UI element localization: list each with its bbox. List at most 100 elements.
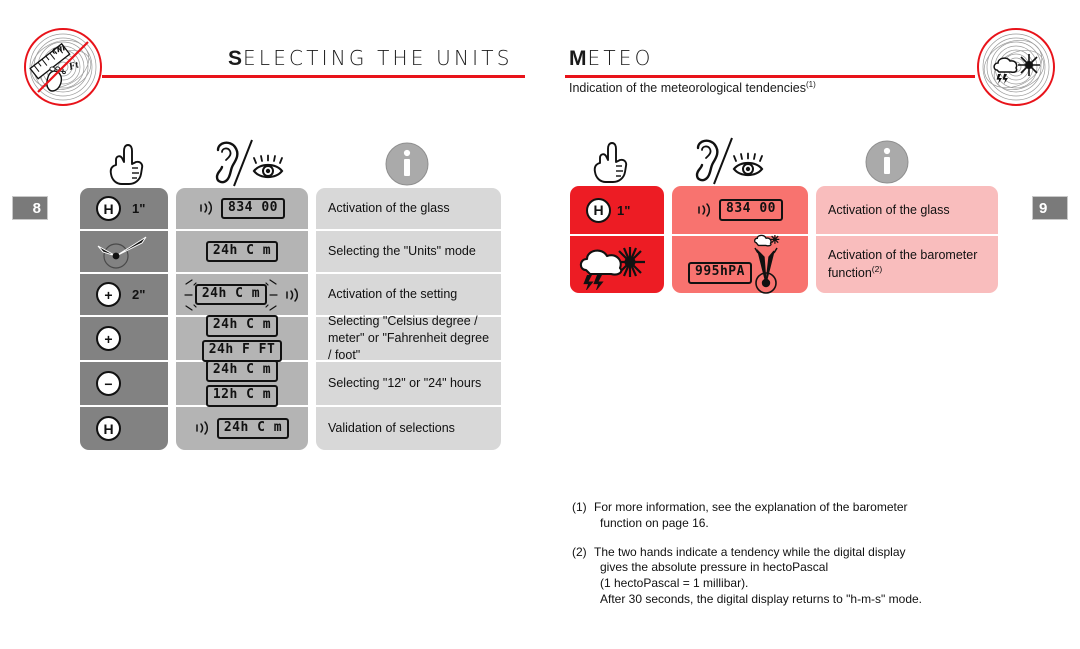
button-label: + <box>104 330 113 347</box>
press-duration: 1" <box>617 202 631 218</box>
table-row[interactable]: + <box>80 317 168 360</box>
table-row: Activation of the glass <box>816 186 998 234</box>
cloud-sun-icon <box>977 28 1055 106</box>
footnote-body: For more information, see the explanatio… <box>594 500 908 532</box>
table-row: Activation of the barometer function(2) <box>816 236 998 293</box>
lcd-display-alt: 24h F FT <box>201 340 283 362</box>
sound-icon <box>285 287 301 302</box>
h-button-icon[interactable]: H <box>96 196 121 221</box>
lcd-display: 24h C m <box>205 240 279 263</box>
table-row: 834 00 <box>176 188 308 229</box>
table-row: 24h C m <box>176 274 308 315</box>
lcd-display: 24h C m <box>216 417 290 440</box>
footnote-marker: (2) <box>572 544 587 559</box>
table-row[interactable]: − <box>80 362 168 405</box>
lcd-display-alt: 12h C m <box>205 385 279 407</box>
lcd-secondary-value: 00 <box>261 199 278 215</box>
h-button-icon[interactable]: H <box>586 197 611 223</box>
meteo-procedure-table: H 1" 834 00 995hPA Activation of the gla… <box>570 186 998 295</box>
button-label: − <box>104 375 113 392</box>
table-row[interactable]: H 1" <box>80 188 168 229</box>
row-description: Selecting "12" or "24" hours <box>328 376 482 391</box>
table-row: 24h C m <box>176 231 308 272</box>
lcd-display: 834 00 <box>221 197 285 220</box>
right-header-rule <box>565 75 975 78</box>
right-title-rest: ETEO <box>587 46 654 70</box>
plus-button-icon[interactable]: + <box>96 282 121 307</box>
right-section-header: METEO Indication of the meteorological t… <box>565 22 1060 112</box>
table-row[interactable] <box>80 231 168 272</box>
ear-eye-icon <box>208 138 298 188</box>
row-description: Activation of the glass <box>328 201 450 216</box>
info-icon <box>384 140 430 188</box>
footnote-line: For more information, see the explanatio… <box>594 500 908 514</box>
description-column: Activation of the glass Activation of th… <box>816 186 998 293</box>
right-pictogram-row <box>568 131 988 186</box>
row-description: Validation of selections <box>328 421 455 436</box>
right-subtitle-note: (1) <box>805 80 816 89</box>
page-number-right-label: 9 <box>1039 199 1048 217</box>
units-procedure-table: H 1" + 2" + − H 834 00 24h C m 24h C m 2… <box>80 188 501 450</box>
button-label: H <box>103 200 114 217</box>
footnote-line: gives the absolute pressure in hectoPasc… <box>600 560 829 575</box>
lcd-display: 834 00 <box>719 199 783 221</box>
table-row[interactable]: H <box>80 407 168 450</box>
lcd-display: 24h C m <box>205 315 279 337</box>
table-row: Selecting "Celsius degree / meter" or "F… <box>316 314 501 362</box>
row-description-text: Activation of the barometer function <box>828 248 978 281</box>
table-row[interactable]: + 2" <box>80 274 168 315</box>
table-row: 995hPA <box>672 233 808 295</box>
table-row: 834 00 <box>672 186 808 234</box>
footnote-line: After 30 seconds, the digital display re… <box>600 592 923 607</box>
ruler-cm-ft-icon: cm Ft <box>24 28 102 106</box>
table-row: Selecting "12" or "24" hours <box>316 362 501 405</box>
footnote-line: function on page 16. <box>600 515 709 530</box>
page-number-right: 9 <box>1032 196 1068 220</box>
description-column: Activation of the glass Selecting the "U… <box>316 188 501 450</box>
left-pictogram-row <box>84 133 504 188</box>
table-row: Validation of selections <box>316 407 501 450</box>
h-button-icon[interactable]: H <box>96 416 121 441</box>
button-label: + <box>104 286 113 303</box>
table-row[interactable]: H 1" <box>570 186 664 234</box>
minus-button-icon[interactable]: − <box>96 371 121 396</box>
table-row: Selecting the "Units" mode <box>316 231 501 272</box>
lcd-secondary-value: 00 <box>759 201 776 217</box>
footnote-line: The two hands indicate a tendency while … <box>594 544 906 559</box>
row-description: Activation of the glass <box>828 202 950 217</box>
table-row: 24h C m 12h C m <box>176 360 308 407</box>
page-number-left: 8 <box>12 196 48 220</box>
lcd-display: 24h C m <box>205 360 279 382</box>
table-row: 24h C m 24h F FT <box>176 315 308 362</box>
left-title-initial: S <box>228 47 244 70</box>
hand-press-icon <box>100 138 156 188</box>
lcd-blink-indicator: 24h C m <box>183 278 279 312</box>
table-row[interactable] <box>570 236 664 293</box>
right-page-subtitle: Indication of the meteorological tendenc… <box>569 80 816 95</box>
manual-page-spread: 8 9 cm Ft SELECTING THE UNITS METEO Indi… <box>0 0 1080 649</box>
button-label: H <box>593 202 604 218</box>
press-duration: 1" <box>132 201 146 216</box>
press-duration: 2" <box>132 287 146 302</box>
row-description-note: (2) <box>871 263 883 274</box>
lcd-display: 24h C m <box>194 283 268 306</box>
row-description: Selecting "Celsius degree / meter" or "F… <box>328 314 490 362</box>
left-page-title: SELECTING THE UNITS <box>228 46 513 71</box>
barometer-hands-icon <box>738 233 794 295</box>
lcd-main-value: 834 <box>228 199 253 215</box>
left-title-rest: ELECTING THE UNITS <box>243 46 513 70</box>
hand-press-icon <box>584 136 640 186</box>
sound-icon <box>697 203 713 217</box>
info-icon <box>864 138 910 186</box>
right-subtitle-text: Indication of the meteorological tendenc… <box>569 81 806 96</box>
right-page-title: METEO <box>569 46 654 71</box>
row-description: Selecting the "Units" mode <box>328 244 476 259</box>
row-description: Activation of the barometer function(2) <box>828 247 990 282</box>
display-column: 834 00 995hPA <box>672 186 808 295</box>
plus-button-icon[interactable]: + <box>96 326 121 351</box>
footnote-marker: (1) <box>572 500 587 514</box>
footnote-body: The two hands indicate a tendency while … <box>594 545 922 608</box>
table-row: Activation of the setting <box>316 274 501 315</box>
right-title-initial: M <box>569 47 588 70</box>
lcd-main-value: 834 <box>726 201 751 217</box>
